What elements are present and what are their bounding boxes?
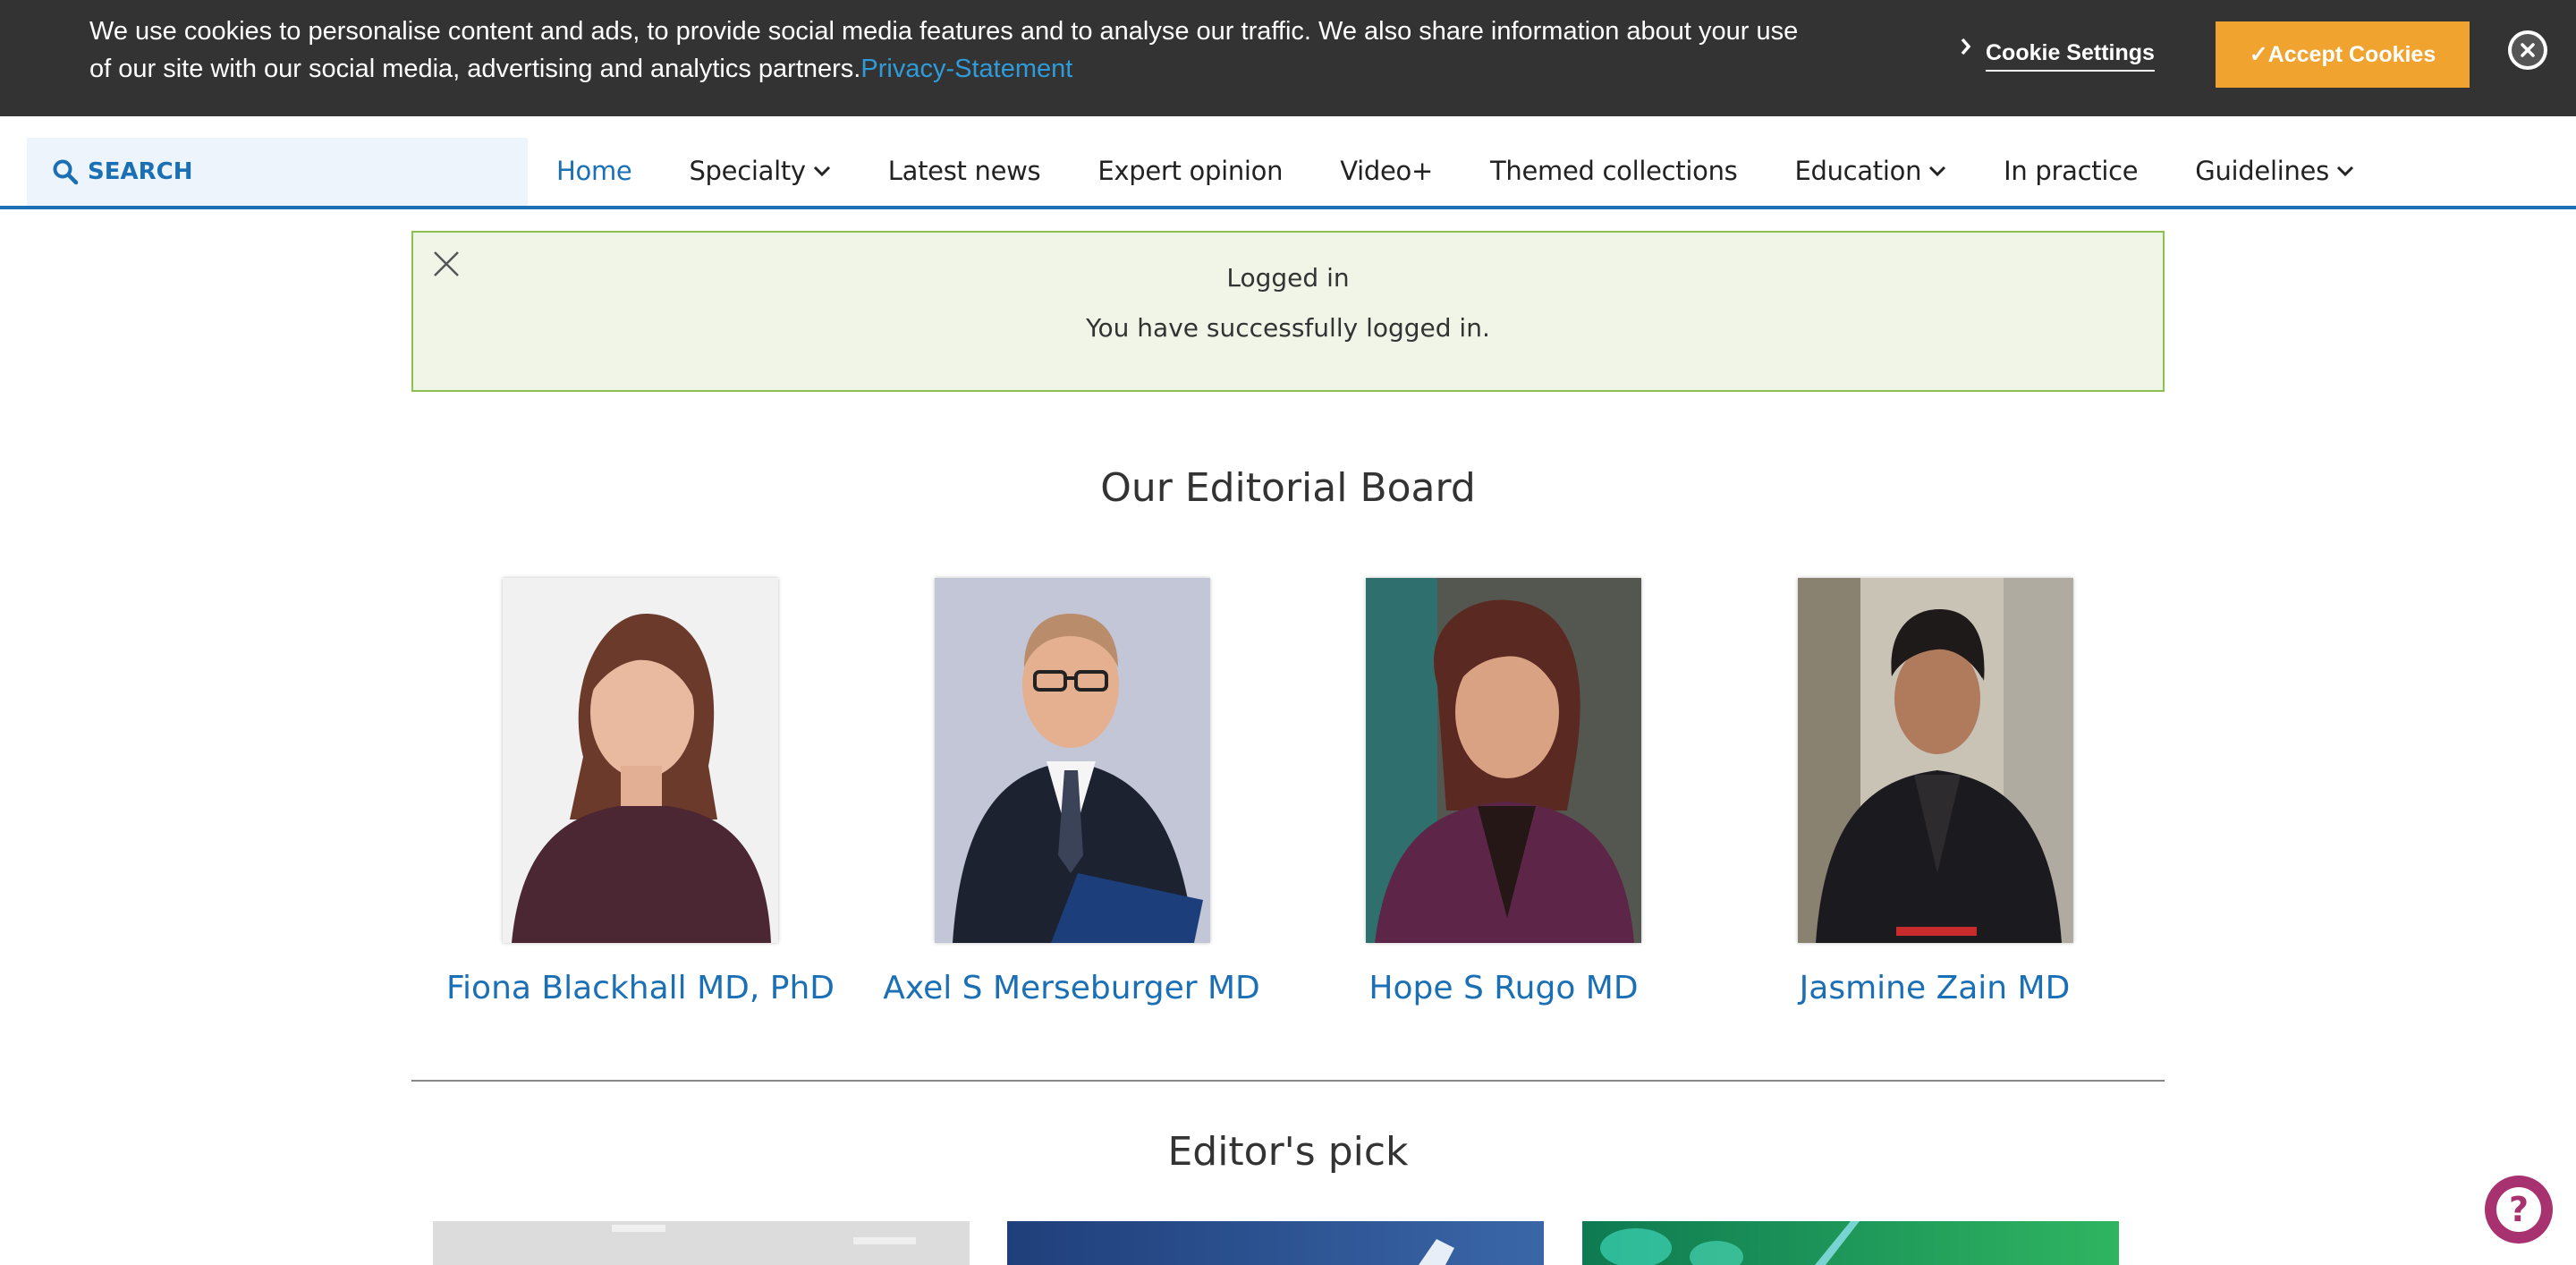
question-mark-icon: ? [2496, 1187, 2541, 1232]
editors-pick-card[interactable] [433, 1221, 970, 1265]
nav-item-label: Themed collections [1489, 156, 1738, 186]
nav-item-themed-collections[interactable]: Themed collections [1462, 156, 1767, 186]
cookie-banner: We use cookies to personalise content an… [0, 0, 2576, 116]
login-success-alert: Logged in You have successfully logged i… [411, 231, 2165, 392]
nav-item-label: Video+ [1340, 156, 1433, 186]
member-name-link[interactable]: Hope S Rugo MD [1298, 970, 1709, 1006]
cookie-settings-label: Cookie Settings [1986, 40, 2155, 72]
nav-items: Home Specialty Latest news Expert opinio… [528, 136, 2383, 206]
member-name-link[interactable]: Fiona Blackhall MD, PhD [435, 970, 846, 1006]
editors-pick-card[interactable] [1582, 1221, 2119, 1265]
chevron-down-icon [813, 165, 831, 177]
editorial-board: Fiona Blackhall MD, PhD Axel S Merseburg… [0, 578, 2576, 1025]
editors-pick-title: Editor's pick [1167, 1129, 1409, 1175]
editors-pick-card[interactable] [1007, 1221, 1544, 1265]
nav-item-label: Home [556, 156, 632, 186]
chevron-right-icon [1953, 37, 1979, 64]
privacy-statement-link[interactable]: Privacy-Statement [860, 55, 1072, 83]
cookie-settings-button[interactable]: Cookie Settings [1953, 34, 2155, 77]
nav-item-expert-opinion[interactable]: Expert opinion [1069, 156, 1311, 186]
alert-title: Logged in [1226, 263, 1350, 293]
member-portrait[interactable] [503, 578, 778, 943]
nav-item-specialty[interactable]: Specialty [660, 156, 859, 186]
section-divider [411, 1080, 2165, 1082]
nav-item-video-plus[interactable]: Video+ [1311, 156, 1462, 186]
editorial-board-title: Our Editorial Board [1100, 465, 1476, 511]
nav-item-label: Expert opinion [1097, 156, 1284, 186]
nav-item-label: Specialty [689, 156, 806, 186]
close-circle-icon[interactable] [2508, 30, 2547, 70]
member-name-link[interactable]: Axel S Merseburger MD [866, 970, 1277, 1006]
nav-item-latest-news[interactable]: Latest news [860, 156, 1070, 186]
nav-item-label: Latest news [887, 156, 1041, 186]
search-label: SEARCH [88, 158, 193, 185]
nav-item-home[interactable]: Home [528, 156, 660, 186]
nav-item-education[interactable]: Education [1766, 156, 1975, 186]
member-portrait[interactable] [1798, 578, 2073, 943]
nav-item-guidelines[interactable]: Guidelines [2166, 156, 2383, 186]
chevron-down-icon [1928, 165, 1946, 177]
nav-item-label: Guidelines [2195, 156, 2329, 186]
chevron-down-icon [2336, 165, 2354, 177]
nav-item-label: In practice [2004, 156, 2139, 186]
search-input[interactable]: SEARCH [27, 138, 528, 206]
help-button[interactable]: ? [2485, 1176, 2553, 1244]
main-nav: SEARCH Home Specialty Latest news Expert… [0, 136, 2576, 209]
member-name-link[interactable]: Jasmine Zain MD [1729, 970, 2140, 1006]
nav-item-label: Education [1794, 156, 1922, 186]
cookie-banner-text: We use cookies to personalise content an… [89, 13, 1807, 88]
member-portrait[interactable] [1366, 578, 1641, 943]
search-icon [53, 159, 79, 185]
nav-item-in-practice[interactable]: In practice [1975, 156, 2166, 186]
alert-message: You have successfully logged in. [1086, 313, 1490, 343]
member-portrait[interactable] [935, 578, 1210, 943]
accept-cookies-button[interactable]: ✓Accept Cookies [2216, 21, 2470, 88]
